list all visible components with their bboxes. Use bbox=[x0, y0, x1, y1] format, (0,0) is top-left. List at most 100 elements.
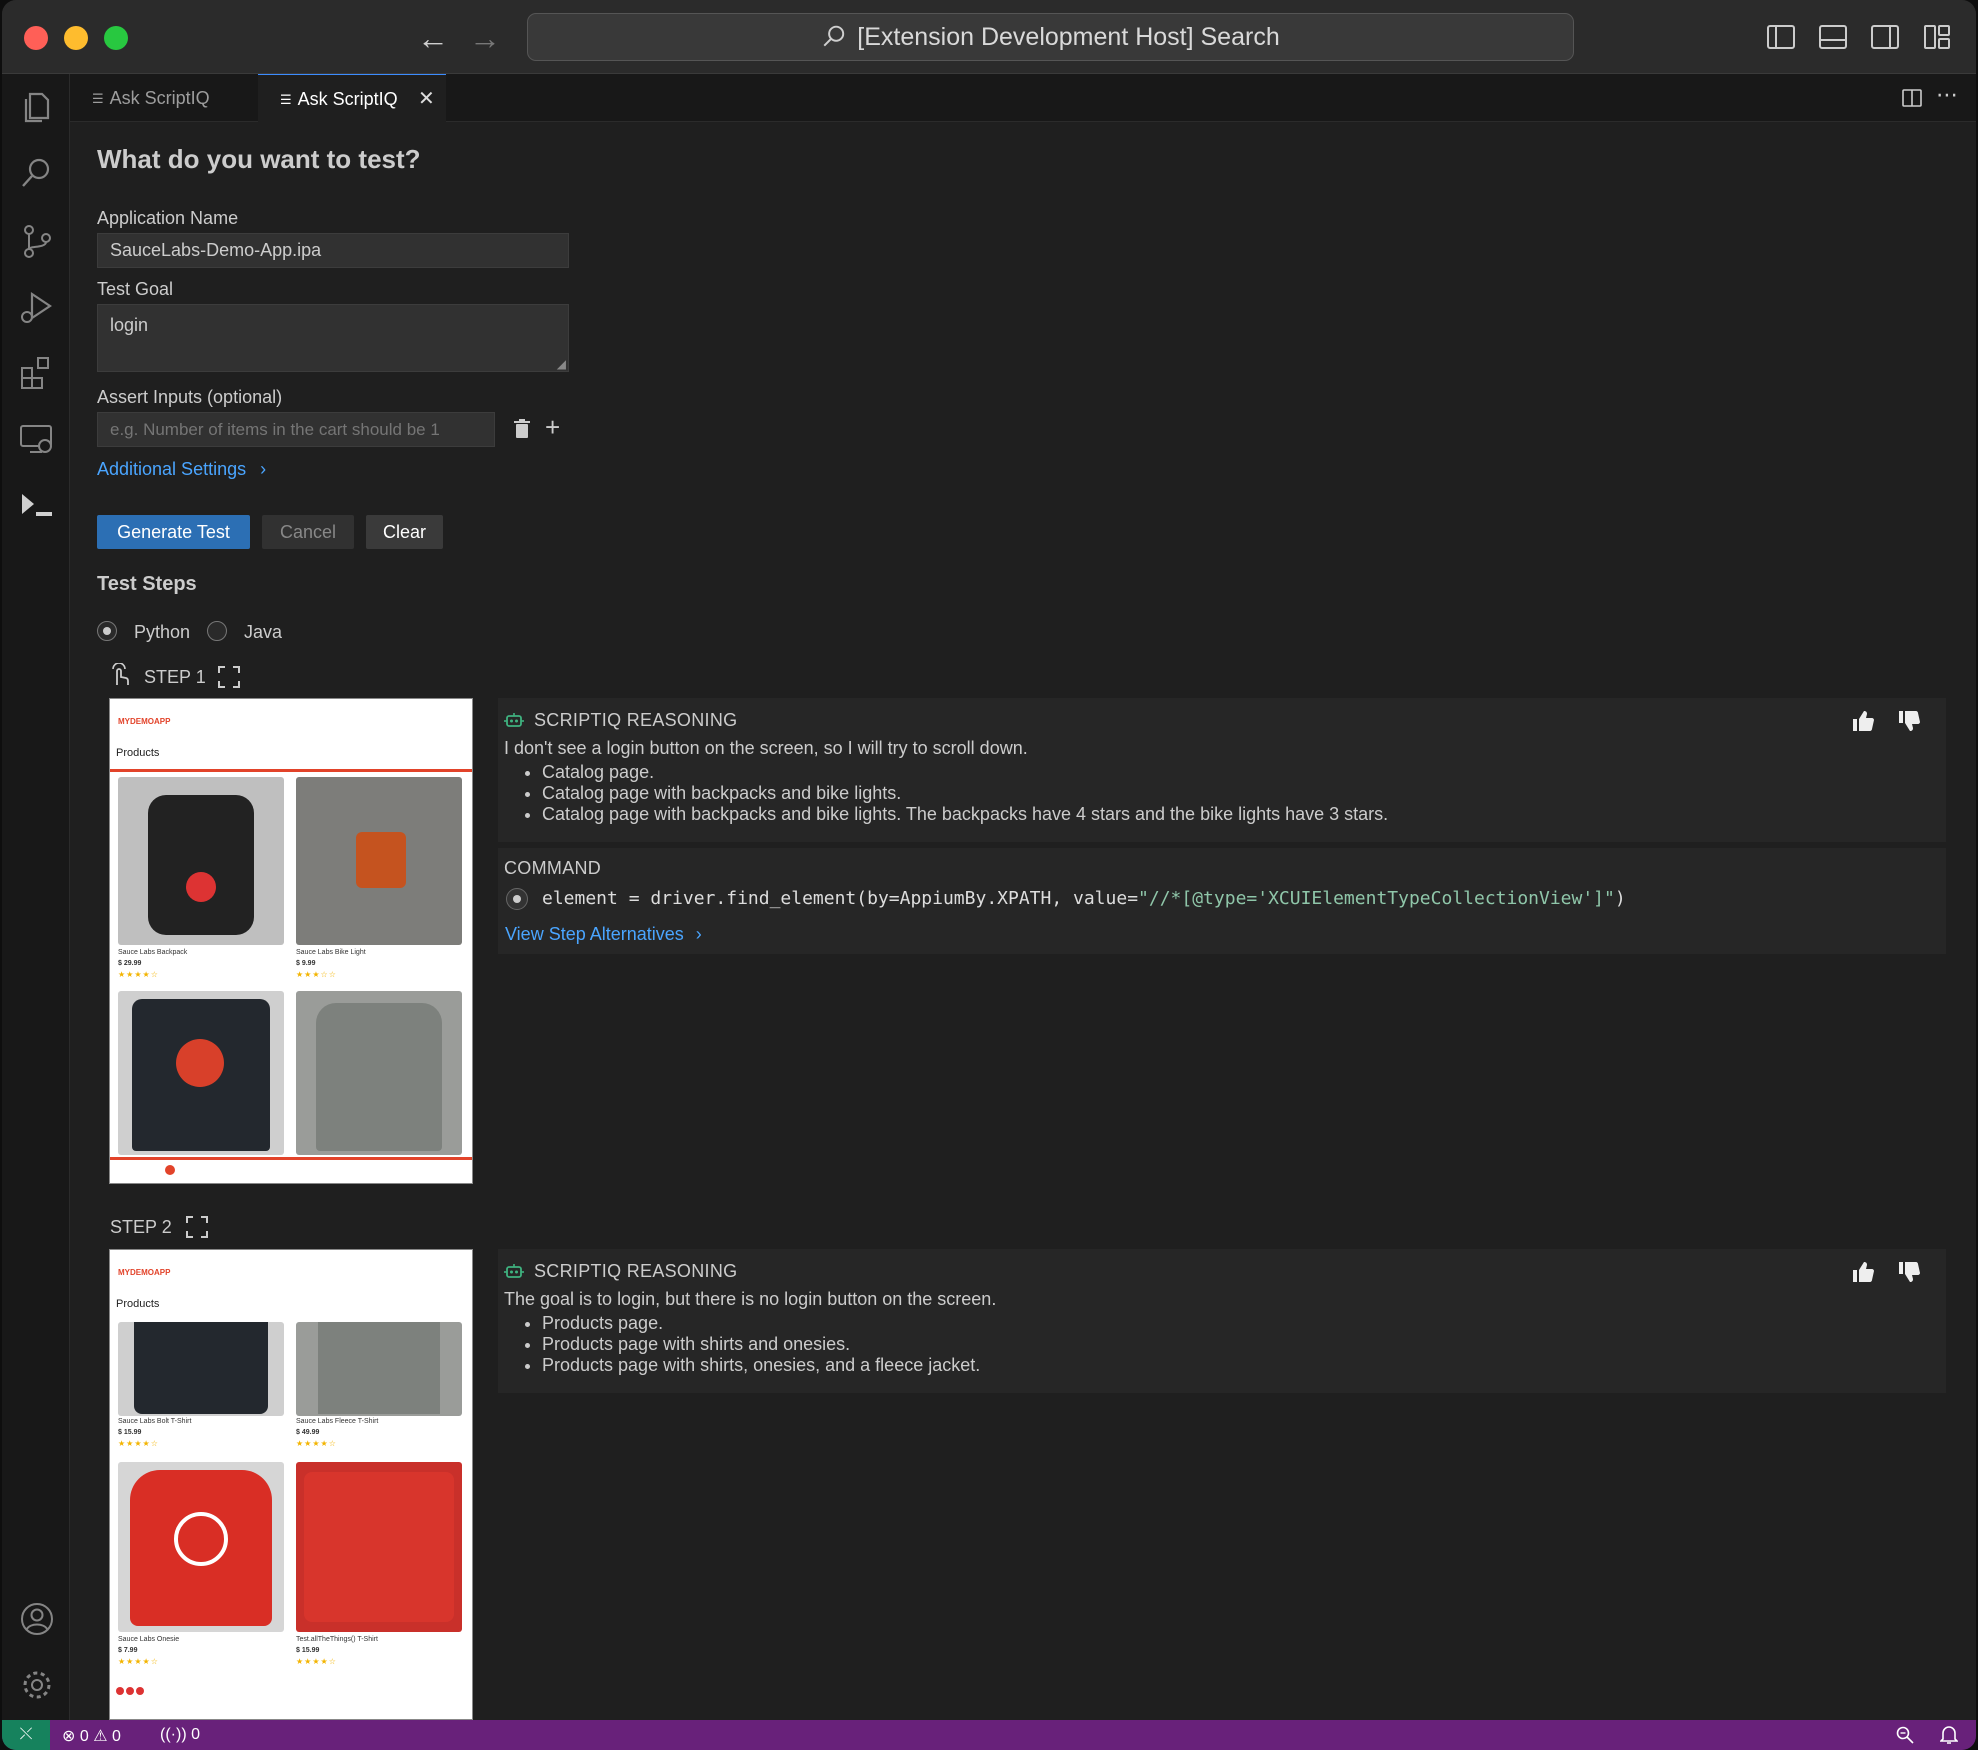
view-step-alternatives-link[interactable]: View Step Alternatives › bbox=[505, 924, 702, 945]
product-stars: ★★★☆☆ bbox=[296, 970, 337, 979]
python-label: Python bbox=[134, 622, 191, 642]
add-icon[interactable]: + bbox=[545, 412, 560, 443]
product-bike-light-image bbox=[296, 777, 462, 945]
close-window-button[interactable] bbox=[24, 26, 48, 50]
java-label: Java bbox=[244, 622, 283, 642]
step-2-reasoning-card: SCRIPTIQ REASONING The goal is to login,… bbox=[498, 1249, 1946, 1393]
search-view-icon[interactable] bbox=[18, 154, 56, 192]
toggle-secondary-sidebar-icon[interactable] bbox=[1870, 22, 1900, 52]
product-price: $ 7.99 bbox=[118, 1647, 138, 1654]
app-name-input[interactable] bbox=[97, 233, 569, 268]
thumbs-up-icon[interactable] bbox=[1852, 1261, 1874, 1283]
list-item: Products page. bbox=[542, 1313, 980, 1334]
page-title: What do you want to test? bbox=[97, 144, 421, 174]
scriptiq-terminal-icon[interactable] bbox=[18, 486, 56, 524]
extensions-icon[interactable] bbox=[18, 354, 56, 392]
phone-app-logo: MYDEMOAPP bbox=[118, 717, 171, 726]
step-2-screenshot[interactable]: MYDEMOAPP Products Sauce Labs Bolt T-Shi… bbox=[109, 1249, 473, 1720]
zoom-window-button[interactable] bbox=[104, 26, 128, 50]
cancel-button[interactable]: Cancel bbox=[262, 515, 354, 549]
step-2-title: STEP 2 bbox=[110, 1217, 172, 1237]
close-tab-icon[interactable]: ✕ bbox=[418, 75, 435, 123]
product-tshirt-image bbox=[118, 991, 284, 1155]
command-center-search[interactable]: [Extension Development Host] Search bbox=[527, 13, 1574, 61]
phone-status-bar bbox=[110, 699, 472, 709]
robot-icon bbox=[504, 713, 524, 727]
list-item: Catalog page with backpacks and bike lig… bbox=[542, 804, 1388, 825]
broadcast-icon: ((·)) bbox=[160, 1726, 187, 1743]
problems-indicator[interactable]: ⊗ 0 ⚠ 0 bbox=[62, 1726, 121, 1746]
phone-page-title: Products bbox=[116, 1298, 160, 1310]
more-actions-icon[interactable]: ⋯ bbox=[1936, 82, 1958, 108]
product-stars: ★★★★☆ bbox=[296, 1439, 337, 1448]
thumbs-down-icon[interactable] bbox=[1898, 710, 1920, 732]
tab-ask-scriptiq-2[interactable]: ☰ Ask ScriptIQ ✕ bbox=[258, 74, 446, 122]
activity-bar bbox=[2, 74, 70, 1720]
trash-icon[interactable] bbox=[513, 419, 531, 439]
status-bar: ⤬ ⊗ 0 ⚠ 0 ((·)) 0 bbox=[2, 1720, 1976, 1750]
reasoning-list: Catalog page. Catalog page with backpack… bbox=[542, 762, 1388, 825]
additional-settings-link[interactable]: Additional Settings › bbox=[97, 459, 266, 480]
reasoning-list: Products page. Products page with shirts… bbox=[542, 1313, 980, 1376]
reasoning-text: I don't see a login button on the screen… bbox=[504, 738, 1028, 758]
forward-arrow-icon[interactable]: → bbox=[465, 18, 505, 58]
product-test-tshirt-image bbox=[296, 1462, 462, 1632]
tab-ask-scriptiq-1[interactable]: ☰ Ask ScriptIQ bbox=[70, 74, 258, 122]
run-and-debug-icon[interactable] bbox=[18, 288, 56, 326]
tab-catalog-icon bbox=[165, 1165, 175, 1175]
editor-tabs: ☰ Ask ScriptIQ ☰ Ask ScriptIQ ✕ ⋯ bbox=[70, 74, 1976, 122]
expand-icon[interactable] bbox=[217, 665, 241, 689]
remote-indicator-icon[interactable]: ⤬ bbox=[2, 1720, 50, 1750]
product-price: $ 15.99 bbox=[296, 1647, 320, 1654]
zoom-icon[interactable] bbox=[1896, 1726, 1914, 1744]
toggle-panel-icon[interactable] bbox=[1818, 22, 1848, 52]
python-radio[interactable] bbox=[97, 621, 117, 641]
thumbs-up-icon[interactable] bbox=[1852, 710, 1874, 732]
phone-page-title: Products bbox=[116, 747, 160, 759]
assert-input[interactable] bbox=[97, 412, 495, 447]
social-icons bbox=[116, 1682, 146, 1695]
scriptiq-webview: What do you want to test? Application Na… bbox=[70, 122, 1976, 1720]
reasoning-header: SCRIPTIQ REASONING bbox=[534, 1261, 738, 1281]
warning-count: 0 bbox=[112, 1728, 121, 1745]
toggle-primary-sidebar-icon[interactable] bbox=[1766, 22, 1796, 52]
assert-inputs-label: Assert Inputs (optional) bbox=[97, 387, 283, 407]
ports-indicator[interactable]: ((·)) 0 bbox=[160, 1726, 200, 1744]
error-count: 0 bbox=[79, 1728, 89, 1745]
source-control-icon[interactable] bbox=[18, 222, 56, 260]
product-caption: Sauce Labs Bolt T-Shirt bbox=[118, 1418, 192, 1425]
generate-test-button[interactable]: Generate Test bbox=[97, 515, 250, 549]
explorer-icon[interactable] bbox=[18, 88, 56, 126]
product-stars: ★★★★☆ bbox=[118, 1439, 159, 1448]
product-stars: ★★★★☆ bbox=[296, 1657, 337, 1666]
robot-icon bbox=[504, 1264, 524, 1278]
product-onesie-image bbox=[118, 1462, 284, 1632]
command-code-close: ) bbox=[1614, 888, 1626, 909]
expand-icon[interactable] bbox=[185, 1215, 209, 1239]
split-editor-icon[interactable] bbox=[1902, 88, 1922, 108]
remote-explorer-icon[interactable] bbox=[18, 420, 56, 458]
clear-button[interactable]: Clear bbox=[366, 515, 443, 549]
manage-gear-icon[interactable] bbox=[18, 1666, 56, 1704]
list-item: Products page with shirts, onesies, and … bbox=[542, 1355, 980, 1376]
test-goal-textarea[interactable]: login ◢ bbox=[97, 304, 569, 372]
command-radio[interactable] bbox=[506, 888, 528, 910]
accounts-icon[interactable] bbox=[18, 1600, 56, 1638]
phone-app-logo: MYDEMOAPP bbox=[118, 1268, 171, 1277]
java-radio[interactable] bbox=[207, 621, 227, 641]
thumbs-down-icon[interactable] bbox=[1898, 1261, 1920, 1283]
product-price: $ 15.99 bbox=[118, 1429, 142, 1436]
product-price: $ 9.99 bbox=[296, 960, 316, 967]
search-icon bbox=[823, 25, 845, 47]
back-arrow-icon[interactable]: ← bbox=[413, 18, 453, 58]
product-stars: ★★★★☆ bbox=[118, 970, 159, 979]
list-item: Catalog page. bbox=[542, 762, 1388, 783]
command-header: COMMAND bbox=[504, 858, 602, 878]
step-1-screenshot[interactable]: MYDEMOAPP Products Sauce Labs Backpack $… bbox=[109, 698, 473, 1184]
vscode-window: ← → [Extension Development Host] Search … bbox=[2, 0, 1976, 1750]
customize-layout-icon[interactable] bbox=[1922, 22, 1952, 52]
minimize-window-button[interactable] bbox=[64, 26, 88, 50]
notifications-bell-icon[interactable] bbox=[1940, 1725, 1958, 1745]
tab-label: Ask ScriptIQ bbox=[297, 89, 398, 109]
resize-handle-icon[interactable]: ◢ bbox=[557, 357, 566, 371]
